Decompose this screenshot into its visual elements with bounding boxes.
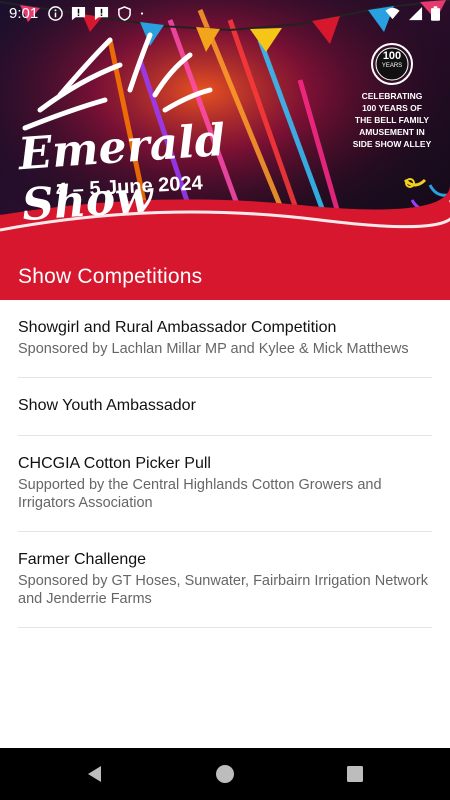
competition-item-cotton-picker-pull[interactable]: CHCGIA Cotton Picker Pull Supported by t… bbox=[18, 436, 432, 532]
back-button[interactable] bbox=[65, 748, 125, 800]
recents-icon bbox=[347, 766, 363, 782]
status-time: 9:01 bbox=[9, 4, 39, 22]
alert-message-icon bbox=[95, 6, 109, 20]
competition-sponsor: Sponsored by GT Hoses, Sunwater, Fairbai… bbox=[18, 573, 428, 607]
page-title: Show Competitions bbox=[18, 264, 203, 288]
competition-sponsor: Sponsored by Lachlan Millar MP and Kylee… bbox=[18, 341, 409, 357]
competition-item-youth-ambassador[interactable]: Show Youth Ambassador bbox=[18, 378, 432, 436]
battery-icon bbox=[431, 5, 440, 21]
competition-item-showgirl[interactable]: Showgirl and Rural Ambassador Competitio… bbox=[18, 300, 432, 378]
dot-icon bbox=[141, 11, 144, 15]
home-button[interactable] bbox=[195, 748, 255, 800]
competition-sponsor: Supported by the Central Highlands Cotto… bbox=[18, 477, 382, 511]
system-nav-bar bbox=[0, 748, 450, 800]
celebrating-line: THE BELL FAMILY bbox=[354, 115, 430, 125]
celebrating-line: SIDE SHOW ALLEY bbox=[352, 139, 432, 149]
celebrating-line: CELEBRATING bbox=[361, 91, 423, 101]
home-icon bbox=[216, 765, 234, 783]
info-icon bbox=[48, 5, 64, 21]
badge-number: 100 bbox=[382, 50, 402, 62]
anniversary-badge: 100 YEARS bbox=[372, 50, 412, 70]
competition-item-farmer-challenge[interactable]: Farmer Challenge Sponsored by GT Hoses, … bbox=[18, 532, 432, 628]
status-bar: 9:01 bbox=[0, 0, 450, 26]
recents-button[interactable] bbox=[325, 748, 385, 800]
signal-icon bbox=[408, 6, 423, 20]
wifi-icon bbox=[385, 7, 400, 19]
competition-title: Farmer Challenge bbox=[18, 551, 147, 568]
competition-list: Showgirl and Rural Ambassador Competitio… bbox=[0, 300, 450, 628]
back-icon bbox=[88, 766, 101, 782]
celebrating-text: CELEBRATING 100 YEARS OF THE BELL FAMILY… bbox=[340, 90, 444, 150]
alert-message-icon bbox=[72, 6, 86, 20]
celebrating-line: 100 YEARS OF bbox=[362, 103, 422, 113]
competition-title: Show Youth Ambassador bbox=[18, 397, 196, 414]
status-icons-right bbox=[385, 5, 440, 21]
shield-icon bbox=[118, 5, 132, 21]
badge-sub: YEARS bbox=[381, 63, 403, 69]
competition-title: CHCGIA Cotton Picker Pull bbox=[18, 455, 211, 472]
celebrating-line: AMUSEMENT IN bbox=[359, 127, 425, 137]
section-header: Show Competitions bbox=[0, 253, 450, 300]
status-icons-left bbox=[48, 5, 148, 21]
competition-title: Showgirl and Rural Ambassador Competitio… bbox=[18, 319, 337, 336]
